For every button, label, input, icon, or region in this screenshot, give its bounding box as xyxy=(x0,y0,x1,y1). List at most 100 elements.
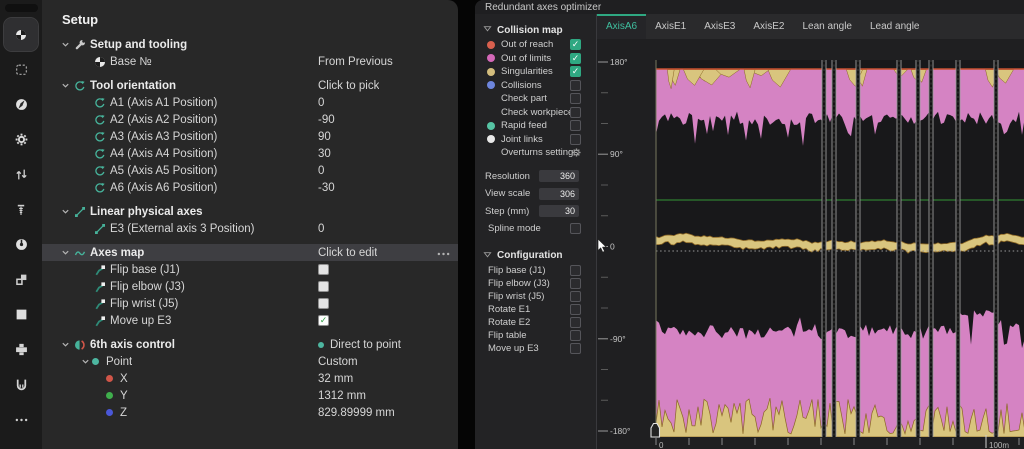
tree-row-axes-map[interactable]: Axes mapClick to edit xyxy=(42,244,458,261)
label: Configuration xyxy=(497,250,563,261)
config-item-move-up-e3[interactable]: Move up E3 xyxy=(475,342,596,355)
legend-dot xyxy=(487,68,495,76)
collision-item-collisions[interactable]: Collisions xyxy=(475,79,596,93)
chevron-down-icon[interactable] xyxy=(78,357,92,366)
checkbox[interactable] xyxy=(570,317,581,328)
tree-row-setup-and-tooling[interactable]: Setup and tooling xyxy=(42,36,458,53)
chevron-down-icon[interactable] xyxy=(58,207,72,216)
iconbar-selection-icon[interactable] xyxy=(4,53,38,86)
config-item-rotate-e1[interactable]: Rotate E1 xyxy=(475,303,596,316)
iconbar-datum-icon[interactable] xyxy=(4,18,38,51)
checkbox[interactable] xyxy=(570,80,581,91)
checkbox[interactable] xyxy=(570,330,581,341)
rotate-icon xyxy=(92,148,107,160)
tab-axise3[interactable]: AxisE3 xyxy=(695,14,744,39)
collision-item-out-of-reach[interactable]: Out of reach✓ xyxy=(475,38,596,52)
checkbox[interactable] xyxy=(570,120,581,131)
collision-item-overturns-settings[interactable]: Overturns settings xyxy=(475,146,596,160)
chevron-down-icon[interactable] xyxy=(58,81,72,90)
spline-mode-row[interactable]: Spline mode xyxy=(475,222,596,236)
tree-row-flip-elbow-j3[interactable]: Flip elbow (J3) xyxy=(42,278,458,295)
collision-item-singularities[interactable]: Singularities✓ xyxy=(475,65,596,79)
checkbox[interactable] xyxy=(318,281,329,292)
tree-row-e3-external-axis-3-position[interactable]: E3 (External axis 3 Position)0 xyxy=(42,220,458,237)
tab-lead-angle[interactable]: Lead angle xyxy=(861,14,929,39)
iconbar-gripper-icon[interactable] xyxy=(4,368,38,401)
checkbox[interactable] xyxy=(570,93,581,104)
field-input-view-scale[interactable]: 306 xyxy=(539,188,579,200)
config-item-flip-base-j1[interactable]: Flip base (J1) xyxy=(475,264,596,277)
checkbox[interactable] xyxy=(318,298,329,309)
iconbar-screw-icon[interactable] xyxy=(4,193,38,226)
checkbox-checked[interactable]: ✓ xyxy=(318,315,329,326)
label: Flip base (J1) xyxy=(488,265,546,276)
iconbar-gauge-icon[interactable] xyxy=(4,228,38,261)
tree-row-a3-axis-a3-position[interactable]: A3 (Axis A3 Position)90 xyxy=(42,128,458,145)
config-item-flip-table[interactable]: Flip table xyxy=(475,329,596,342)
checkbox-checked[interactable]: ✓ xyxy=(570,39,581,50)
field-input-resolution[interactable]: 360 xyxy=(539,170,579,182)
checkbox[interactable] xyxy=(570,278,581,289)
collision-item-rapid-feed[interactable]: Rapid feed xyxy=(475,119,596,133)
config-item-flip-wrist-j5[interactable]: Flip wrist (J5) xyxy=(475,290,596,303)
collision-item-check-part[interactable]: Check part xyxy=(475,92,596,106)
iconbar-compass-icon[interactable] xyxy=(4,88,38,121)
tree-row-z[interactable]: Z829.89999 mm xyxy=(42,404,458,421)
tab-axise2[interactable]: AxisE2 xyxy=(744,14,793,39)
tree-row-base[interactable]: Base №From Previous xyxy=(42,53,458,70)
tab-axisa6[interactable]: AxisA6 xyxy=(597,14,646,39)
iconbar-machine-icon[interactable] xyxy=(4,333,38,366)
config-item-rotate-e2[interactable]: Rotate E2 xyxy=(475,316,596,329)
field-step-mm: Step (mm)30 xyxy=(475,203,596,221)
iconbar-updown-icon[interactable] xyxy=(4,158,38,191)
tree-row-a2-axis-a2-position[interactable]: A2 (Axis A2 Position)-90 xyxy=(42,111,458,128)
tab-lean-angle[interactable]: Lean angle xyxy=(794,14,862,39)
optimizer-chart[interactable]: 180°90°0-90°-180°0100m xyxy=(597,39,1024,449)
tree-row-a1-axis-a1-position[interactable]: A1 (Axis A1 Position)0 xyxy=(42,94,458,111)
tree-row-point[interactable]: PointCustom xyxy=(42,353,458,370)
checkbox[interactable] xyxy=(570,107,581,118)
tab-axise1[interactable]: AxisE1 xyxy=(646,14,695,39)
label: Direct to point xyxy=(330,339,401,351)
chevron-down-icon[interactable] xyxy=(58,248,72,257)
checkbox[interactable] xyxy=(318,264,329,275)
collision-item-out-of-limits[interactable]: Out of limits✓ xyxy=(475,52,596,66)
drag-handle[interactable] xyxy=(5,4,38,12)
tree-row-x[interactable]: X32 mm xyxy=(42,370,458,387)
tree-row-flip-wrist-j5[interactable]: Flip wrist (J5) xyxy=(42,295,458,312)
tree-row-linear-physical-axes[interactable]: Linear physical axes xyxy=(42,203,458,220)
iconbar-layers-icon[interactable] xyxy=(4,263,38,296)
tree-row-move-up-e3[interactable]: Move up E3✓ xyxy=(42,312,458,329)
label: A1 (Axis A1 Position) xyxy=(110,97,217,109)
iconbar-square-icon[interactable] xyxy=(4,298,38,331)
label: Y xyxy=(120,390,128,402)
field-input-step-mm[interactable]: 30 xyxy=(539,205,579,217)
section-header-collision-map[interactable]: Collision map xyxy=(475,22,596,38)
checkbox[interactable] xyxy=(570,291,581,302)
more-button[interactable] xyxy=(437,247,450,259)
checkbox-checked[interactable]: ✓ xyxy=(570,66,581,77)
checkbox[interactable] xyxy=(570,343,581,354)
chevron-down-icon[interactable] xyxy=(58,40,72,49)
collision-item-check-workpiece[interactable]: Check workpiece xyxy=(475,106,596,120)
tree-row-a6-axis-a6-position[interactable]: A6 (Axis A6 Position)-30 xyxy=(42,179,458,196)
tree-row-6th-axis-control[interactable]: 6th axis controlDirect to point xyxy=(42,336,458,353)
iconbar-more-icon[interactable] xyxy=(4,403,38,436)
gear-icon[interactable] xyxy=(572,148,581,157)
iconbar-gear-icon[interactable] xyxy=(4,123,38,156)
checkbox[interactable] xyxy=(570,134,581,145)
label: 829.89999 mm xyxy=(318,407,395,419)
chevron-down-icon[interactable] xyxy=(58,340,72,349)
tree-row-flip-base-j1[interactable]: Flip base (J1) xyxy=(42,261,458,278)
section-header-configuration[interactable]: Configuration xyxy=(475,248,596,264)
checkbox[interactable] xyxy=(570,304,581,315)
config-item-flip-elbow-j3[interactable]: Flip elbow (J3) xyxy=(475,277,596,290)
tree-row-tool-orientation[interactable]: Tool orientationClick to pick xyxy=(42,77,458,94)
checkbox[interactable] xyxy=(570,265,581,276)
checkbox[interactable] xyxy=(570,223,581,234)
tree-row-y[interactable]: Y1312 mm xyxy=(42,387,458,404)
tree-row-a4-axis-a4-position[interactable]: A4 (Axis A4 Position)30 xyxy=(42,145,458,162)
collision-item-joint-links[interactable]: Joint links xyxy=(475,133,596,147)
tree-row-a5-axis-a5-position[interactable]: A5 (Axis A5 Position)0 xyxy=(42,162,458,179)
checkbox-checked[interactable]: ✓ xyxy=(570,53,581,64)
